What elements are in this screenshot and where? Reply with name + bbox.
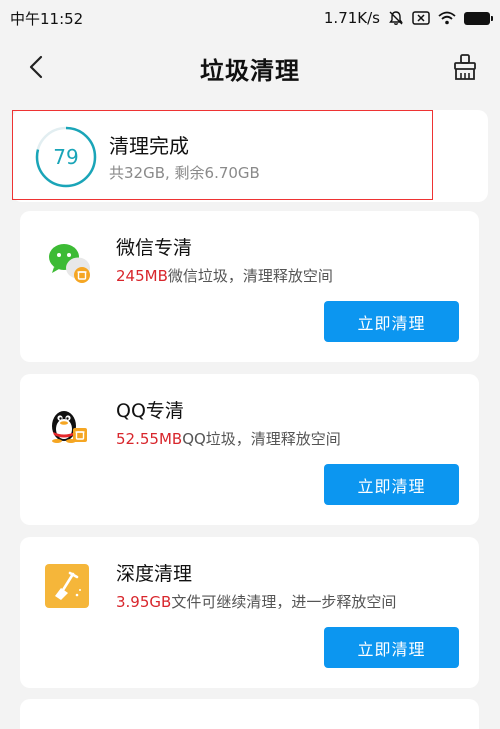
status-icons: 1.71K/s [323,9,493,27]
broom-icon [454,54,476,80]
junk-size: 3.95GB [116,593,172,611]
shovel-icon [44,563,94,613]
junk-size: 52.55MB [116,430,183,448]
network-speed: 1.71K/s [323,9,380,27]
card-description: 3.95GB文件可继续清理，进一步释放空间 [116,591,396,612]
score-value: 79 [53,145,79,169]
clean-now-button[interactable]: 立即清理 [324,464,459,505]
chevron-left-icon [29,55,43,79]
cleanup-summary-card: 79 清理完成 共32GB, 剩余6.70GB [12,110,488,202]
card-title: QQ专清 [116,400,184,422]
battery-icon [464,11,493,25]
storage-summary: 共32GB, 剩余6.70GB [109,164,260,182]
qq-penguin-icon [44,400,94,450]
card-description: 52.55MBQQ垃圾，清理释放空间 [116,428,341,449]
deep-clean-card: 深度清理 3.95GB文件可继续清理，进一步释放空间 立即清理 [20,537,479,688]
status-time: 中午11:52 [10,9,84,28]
wechat-trash-icon [44,237,94,287]
wechat-clean-card: 微信专清 245MB微信垃圾，清理释放空间 立即清理 [20,211,479,362]
clean-now-button[interactable]: 立即清理 [324,627,459,668]
page-title: 垃圾清理 [200,56,300,85]
summary-title: 清理完成 [109,134,189,158]
clean-history-button[interactable] [450,52,480,82]
card-description-text: 文件可继续清理，进一步释放空间 [171,593,397,611]
sim-off-icon [412,11,430,25]
card-description-text: 微信垃圾，清理释放空间 [167,267,333,285]
card-description-text: QQ垃圾，清理释放空间 [182,430,341,448]
qq-clean-card: QQ专清 52.55MBQQ垃圾，清理释放空间 立即清理 [20,374,479,525]
wifi-icon [438,11,456,25]
next-card-partial [20,699,479,729]
mute-bell-icon [388,10,404,26]
card-description: 245MB微信垃圾，清理释放空间 [116,265,333,286]
card-title: 深度清理 [116,563,193,585]
status-bar: 中午11:52 1.71K/s [0,0,500,36]
junk-size: 245MB [116,267,168,285]
clean-now-button[interactable]: 立即清理 [324,301,459,342]
card-title: 微信专清 [116,237,193,259]
app-header: 垃圾清理 [0,36,500,100]
back-button[interactable] [22,52,52,82]
